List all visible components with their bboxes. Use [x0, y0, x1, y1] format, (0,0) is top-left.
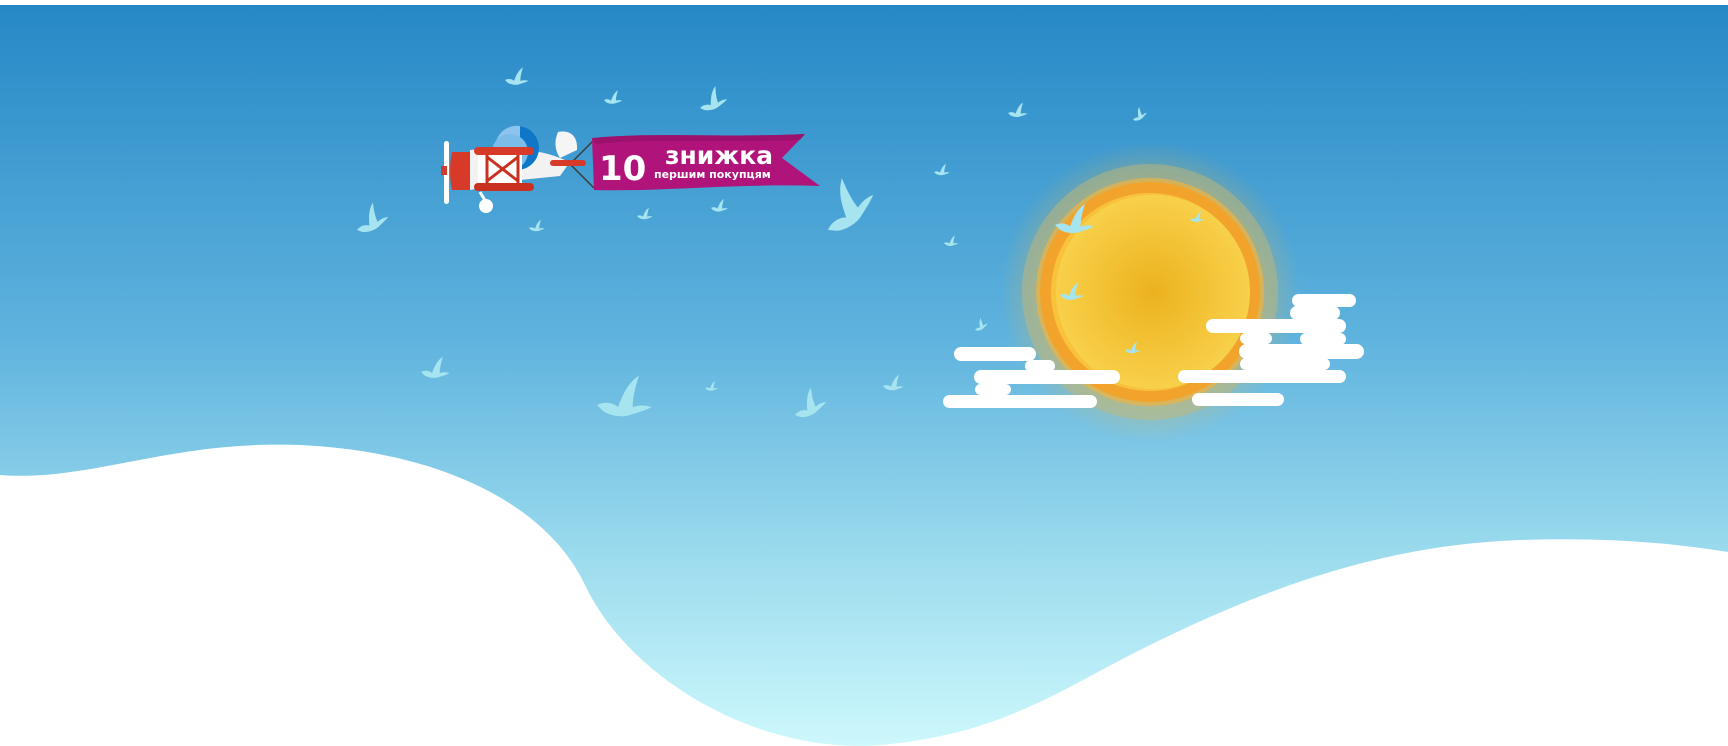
promo-hero: 10 знижка першим покупцям [0, 0, 1728, 746]
banner-title: знижка [665, 141, 773, 170]
sky-illustration: 10 знижка першим покупцям [0, 5, 1728, 746]
banner-subtitle: першим покупцям [654, 168, 771, 181]
banner-number: 10 [599, 149, 646, 189]
